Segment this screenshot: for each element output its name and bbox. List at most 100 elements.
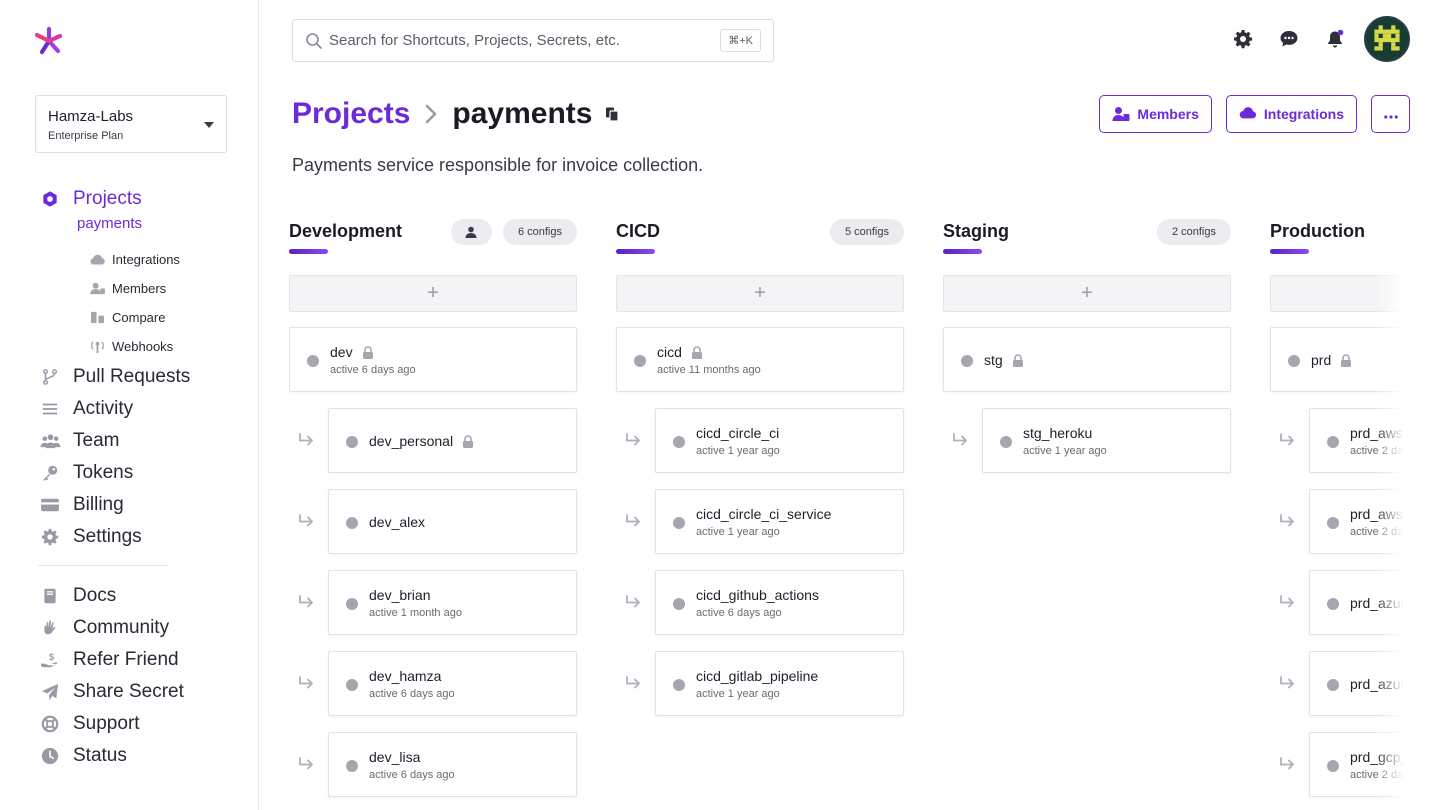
header-actions: Members Integrations [1085, 95, 1410, 133]
nav-item-community[interactable]: Community [38, 612, 184, 644]
environment-title[interactable]: Staging [943, 221, 1009, 242]
status-dot [673, 436, 685, 448]
sub-nav-label: Members [112, 281, 167, 296]
config-last-active: active 2 da [1350, 445, 1404, 457]
nav-label: Support [73, 713, 140, 734]
config-name-row: prd_azure [1350, 595, 1409, 611]
branch-config-card[interactable]: dev_brian active 1 month ago [328, 570, 577, 635]
branch-config-card[interactable]: prd_aws_ active 2 da [1309, 489, 1409, 554]
lock-icon [1340, 353, 1352, 367]
breadcrumb-projects-link[interactable]: Projects [292, 97, 410, 131]
config-name: cicd [657, 344, 682, 360]
environment-badges: 6 configs [440, 219, 577, 245]
config-last-active: active 1 year ago [696, 688, 780, 700]
configs-count-badge: 2 configs [1156, 219, 1231, 245]
root-config-card[interactable]: cicd active 11 months ago [616, 327, 904, 392]
nav-item-pull-requests[interactable]: Pull Requests [38, 361, 190, 393]
settings-gear-icon[interactable] [1232, 28, 1254, 50]
branch-arrow-icon [298, 514, 316, 528]
nav-label: Community [73, 617, 170, 638]
environment-title[interactable]: Development [289, 221, 402, 242]
nav-item-support[interactable]: Support [38, 708, 184, 740]
nav-item-status[interactable]: Status [38, 740, 184, 772]
nav-item-activity[interactable]: Activity [38, 393, 190, 425]
nav-item-settings[interactable]: Settings [38, 521, 190, 553]
status-dot [673, 598, 685, 610]
config-name: prd_aws_ [1350, 425, 1409, 441]
integrations-button[interactable]: Integrations [1225, 95, 1357, 133]
send-icon [38, 682, 62, 702]
nav-label: Projects [73, 188, 142, 209]
config-name-row: prd_azure [1350, 676, 1409, 692]
config-name-row: stg_heroku [1023, 425, 1092, 441]
nav-item-tokens[interactable]: Tokens [38, 457, 190, 489]
nav-item-team[interactable]: Team [38, 425, 190, 457]
branch-config-card[interactable]: prd_azure [1309, 570, 1409, 635]
branch-config-card[interactable]: prd_aws_active 2 da [1309, 408, 1409, 473]
branch-config-card[interactable]: dev_alex [328, 489, 577, 554]
add-config-button[interactable]: + [1270, 275, 1409, 312]
environment-badges: 2 configs [1146, 219, 1231, 245]
caret-down-icon [204, 122, 214, 128]
branch-config-card[interactable]: cicd_circle_ci active 1 year ago [655, 408, 904, 473]
branch-config-card[interactable]: prd_azure [1309, 651, 1409, 716]
nav-item-refer-friend[interactable]: $ Refer Friend [38, 644, 184, 676]
projects-icon [38, 189, 62, 209]
sidebar-current-project[interactable]: payments [77, 215, 142, 232]
doppler-logo-icon[interactable] [34, 26, 64, 56]
config-last-active: active 6 days ago [369, 688, 455, 700]
notification-bell-icon[interactable] [1324, 28, 1346, 50]
workspace-selector[interactable]: Hamza-Labs Enterprise Plan [35, 95, 227, 153]
nav-label: Team [73, 430, 120, 451]
breadcrumb: Projects payments [292, 96, 620, 132]
chat-icon[interactable] [1278, 28, 1300, 50]
search-input[interactable]: Search for Shortcuts, Projects, Secrets,… [292, 19, 774, 62]
add-config-button[interactable]: + [616, 275, 904, 312]
environment-underline [616, 249, 655, 254]
config-name: prd_aws_ [1350, 506, 1409, 522]
config-last-active: active 6 days ago [696, 607, 782, 619]
sidebar-item-members[interactable]: Members [88, 274, 180, 303]
add-config-button[interactable]: + [289, 275, 577, 312]
nav-item-docs[interactable]: Docs [38, 580, 184, 612]
sub-nav-label: Compare [112, 310, 166, 325]
more-options-button[interactable] [1371, 95, 1410, 133]
nav-item-projects[interactable]: Projects [38, 183, 142, 215]
search-icon [305, 32, 323, 50]
branch-arrow-icon [1279, 433, 1297, 447]
user-icon[interactable] [450, 219, 492, 245]
user-avatar[interactable] [1364, 16, 1410, 62]
sidebar-item-integrations[interactable]: Integrations [88, 245, 180, 274]
environment-title[interactable]: CICD [616, 221, 660, 242]
branch-config-card[interactable]: prd_gcp_ active 2 da [1309, 732, 1409, 797]
branch-config-card[interactable]: cicd_circle_ci_service active 1 year ago [655, 489, 904, 554]
config-name: dev_lisa [369, 749, 421, 765]
config-last-active: active 1 year ago [1023, 445, 1107, 457]
project-sub-nav: Integrations Members Compare Webhooks [88, 245, 180, 361]
branch-config-card[interactable]: dev_personal [328, 408, 577, 473]
members-button[interactable]: Members [1099, 95, 1212, 133]
nav-item-billing[interactable]: Billing [38, 489, 190, 521]
branch-config-card[interactable]: cicd_github_actions active 6 days ago [655, 570, 904, 635]
plus-icon: + [754, 282, 766, 304]
config-name: dev_hamza [369, 668, 442, 684]
root-config-card[interactable]: stg [943, 327, 1231, 392]
branch-config-card[interactable]: stg_herokuactive 1 year ago [982, 408, 1231, 473]
branch-config-card[interactable]: dev_lisa active 6 days ago [328, 732, 577, 797]
sidebar-item-webhooks[interactable]: Webhooks [88, 332, 180, 361]
environment-header: CICD 5 configs [616, 212, 904, 256]
copy-icon[interactable] [604, 106, 620, 122]
config-name: prd_gcp_ [1350, 749, 1409, 765]
branch-config-card[interactable]: dev_hamzaactive 6 days ago [328, 651, 577, 716]
root-config-card[interactable]: prd [1270, 327, 1409, 392]
branch-config-card[interactable]: cicd_gitlab_pipeline active 1 year ago [655, 651, 904, 716]
config-name-row: prd [1311, 352, 1352, 368]
nav-item-share-secret[interactable]: Share Secret [38, 676, 184, 708]
root-config-card[interactable]: dev active 6 days ago [289, 327, 577, 392]
environment-title[interactable]: Production [1270, 221, 1365, 242]
sidebar-item-compare[interactable]: Compare [88, 303, 180, 332]
plus-icon: + [427, 282, 439, 304]
sub-nav-label: Webhooks [112, 339, 174, 354]
sidebar: Hamza-Labs Enterprise Plan Projects paym… [0, 0, 259, 810]
add-config-button[interactable]: + [943, 275, 1231, 312]
